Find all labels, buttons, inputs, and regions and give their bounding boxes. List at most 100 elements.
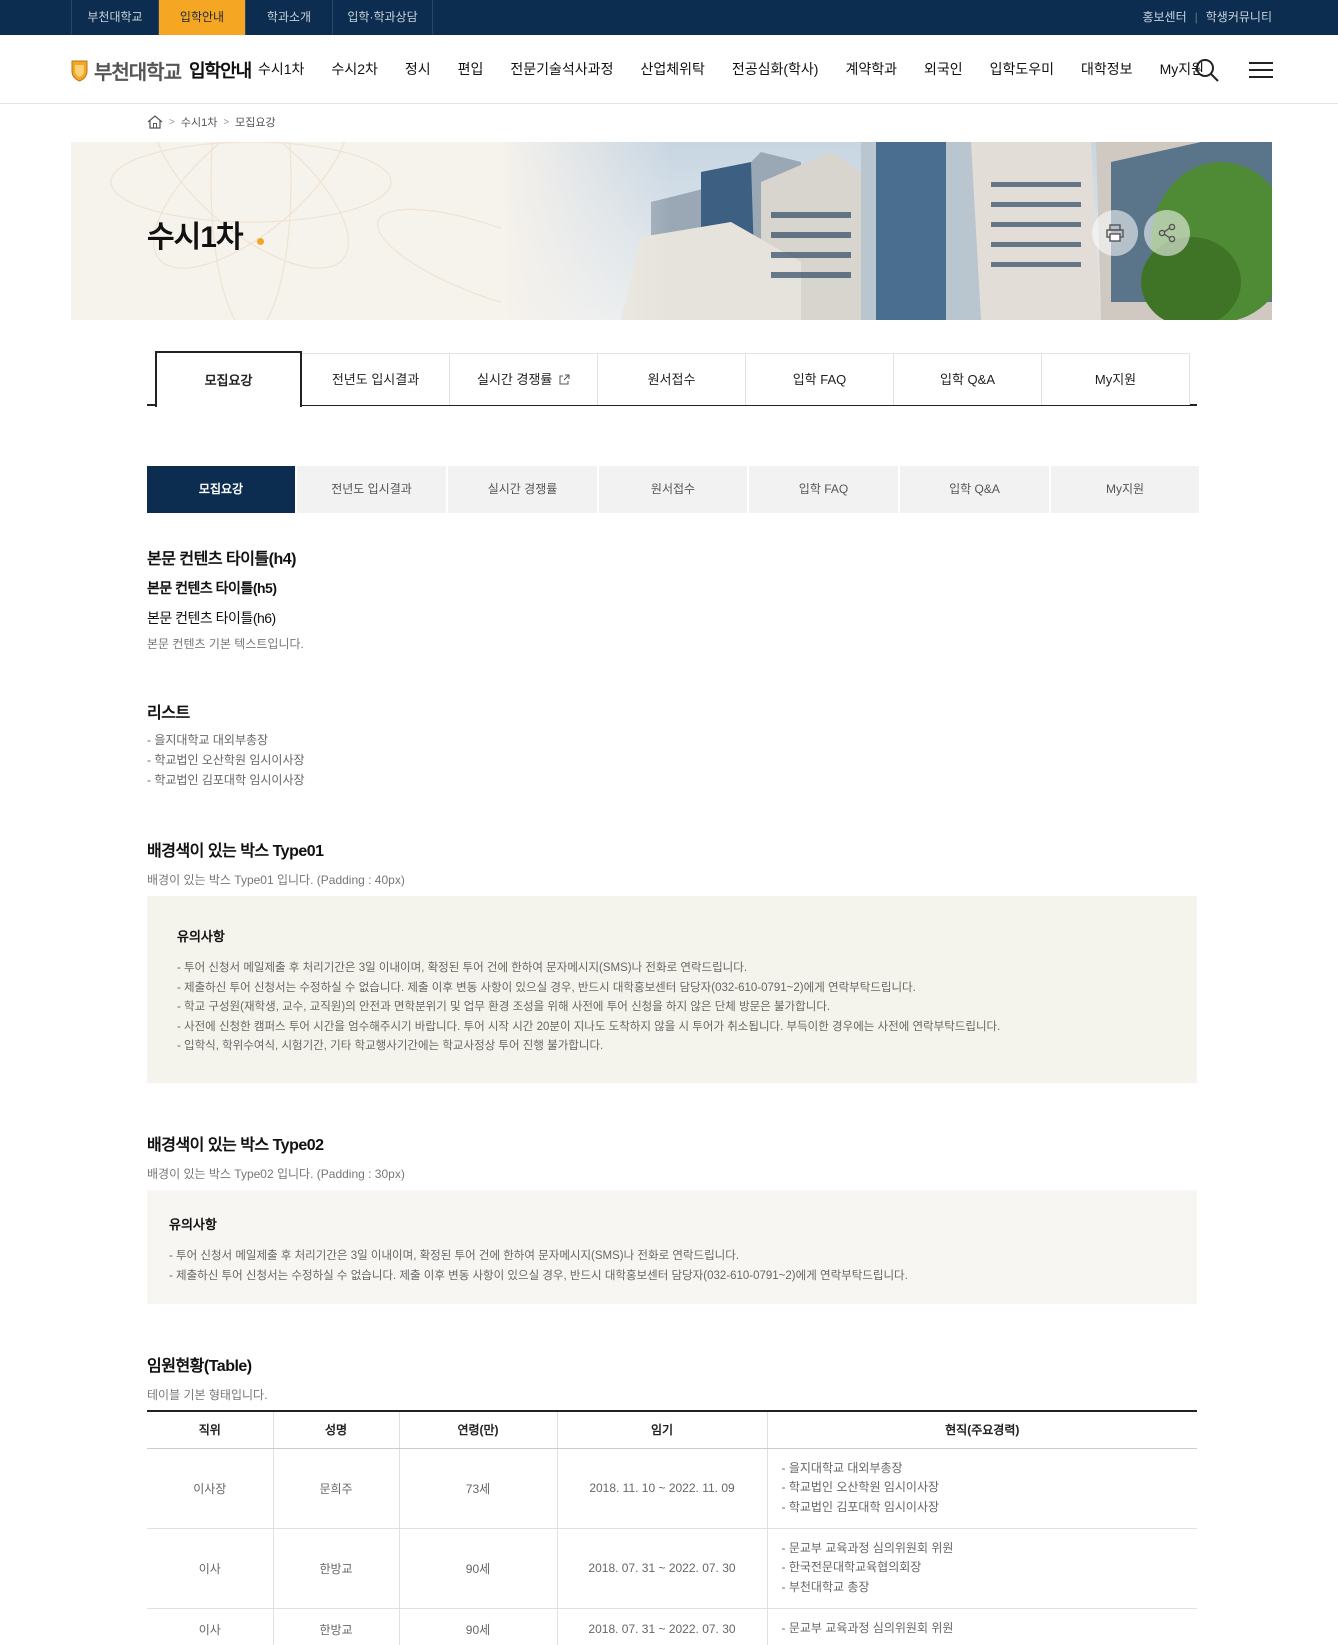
- search-icon[interactable]: [1194, 57, 1220, 83]
- topbar-link-buchon-univ[interactable]: 부천대학교: [71, 0, 158, 35]
- topbar-link-consulting[interactable]: 입학·학과상담: [332, 0, 433, 35]
- topbar-right-links: 홍보센터 | 학생커뮤니티: [1142, 0, 1272, 35]
- nav-item-foreigner[interactable]: 외국인: [924, 35, 963, 104]
- box-type01-line: - 사전에 신청한 캠퍼스 투어 시간을 엄수해주시기 바랍니다. 투어 시작 …: [177, 1020, 1001, 1033]
- table-cell-term: 2018. 07. 31 ~ 2022. 07. 30: [557, 1528, 768, 1609]
- table-cell-position: 이사: [147, 1528, 274, 1609]
- breadcrumb-item-current[interactable]: 모집요강: [235, 114, 275, 130]
- tab1-recruitment-guide[interactable]: 모집요강: [155, 351, 302, 407]
- info-box-type02: 유의사항 - 투어 신청서 메일제출 후 처리기간은 3일 이내이며, 확정된 …: [147, 1190, 1197, 1304]
- tab2-qna[interactable]: 입학 Q&A: [900, 466, 1049, 513]
- page-banner: 수시1차: [71, 142, 1272, 320]
- breadcrumb-arrow: >: [223, 116, 230, 128]
- table-cell-name: 한방교: [273, 1608, 400, 1645]
- nav-item-susi1[interactable]: 수시1차: [258, 35, 304, 104]
- breadcrumb-item-susi1[interactable]: 수시1차: [181, 114, 217, 130]
- table-row: 이사장 문희주 73세 2018. 11. 10 ~ 2022. 11. 09 …: [147, 1448, 1197, 1529]
- list-item: - 을지대학교 대외부총장: [147, 733, 269, 747]
- tab2-faq[interactable]: 입학 FAQ: [749, 466, 898, 513]
- table-row: 이사 한방교 90세 2018. 07. 31 ~ 2022. 07. 30 -…: [147, 1608, 1197, 1645]
- table-cell-career: - 을지대학교 대외부총장 - 학교법인 오산학원 임시이사장 - 학교법인 김…: [767, 1448, 1197, 1529]
- site-logo[interactable]: 부천대학교 입학안내: [71, 55, 252, 85]
- tab1-qna[interactable]: 입학 Q&A: [894, 353, 1042, 405]
- tab2-recruitment-guide[interactable]: 모집요강: [147, 466, 295, 513]
- table-cell-term: 2018. 11. 10 ~ 2022. 11. 09: [557, 1448, 768, 1529]
- nav-item-bachelor[interactable]: 전공심화(학사): [732, 35, 819, 104]
- external-link-icon: [559, 374, 570, 385]
- table-cell-position: 이사: [147, 1608, 274, 1645]
- menu-icon[interactable]: [1248, 57, 1274, 83]
- print-button[interactable]: [1092, 210, 1138, 256]
- career-line: - 부천대학교 총장: [781, 1579, 870, 1594]
- nav-item-masters[interactable]: 전문기술석사과정: [510, 35, 613, 104]
- title-accent-dot: [257, 238, 264, 245]
- tab1-previous-results[interactable]: 전년도 입시결과: [302, 353, 450, 405]
- content-title-h4: 본문 컨텐츠 타이틀(h4): [147, 551, 296, 568]
- share-icon: [1158, 223, 1176, 243]
- share-button[interactable]: [1144, 210, 1190, 256]
- tab-menu-type1: 모집요강 전년도 입시결과 실시간 경쟁률 원서접수 입학 FAQ 입학 Q&A…: [147, 351, 1197, 407]
- table-header-row: 직위 성명 연령(만) 임기 현직(주요경력): [147, 1410, 1197, 1449]
- list-item: - 학교법인 김포대학 임시이사장: [147, 773, 305, 787]
- table-cell-career: - 문교부 교육과정 심의위원회 위원: [767, 1608, 1197, 1645]
- table-cell-term: 2018. 07. 31 ~ 2022. 07. 30: [557, 1608, 768, 1645]
- print-icon: [1106, 224, 1124, 242]
- nav-item-transfer[interactable]: 편입: [458, 35, 484, 104]
- table-cell-age: 90세: [399, 1608, 558, 1645]
- tab2-my-apply[interactable]: My지원: [1051, 466, 1199, 513]
- family-site-links: 부천대학교 입학안내 학과소개 입학·학과상담: [71, 0, 433, 35]
- tab2-live-competition[interactable]: 실시간 경쟁률: [448, 466, 597, 513]
- list-section-title: 리스트: [147, 705, 190, 722]
- career-line: - 을지대학교 대외부총장: [781, 1460, 903, 1475]
- nav-item-helper[interactable]: 입학도우미: [990, 35, 1054, 104]
- box-type01-line: - 학교 구성원(재학생, 교수, 교직원)의 안전과 면학분위기 및 업무 환…: [177, 1001, 831, 1013]
- career-line: - 한국전문대학교육협의회장: [781, 1560, 922, 1575]
- tab1-faq[interactable]: 입학 FAQ: [746, 353, 894, 405]
- tab1-application[interactable]: 원서접수: [598, 353, 746, 405]
- nav-item-contract[interactable]: 계약학과: [845, 35, 897, 104]
- topbar-link-departments[interactable]: 학과소개: [245, 0, 332, 35]
- table-cell-career: - 문교부 교육과정 심의위원회 위원 - 한국전문대학교육협의회장 - 부천대…: [767, 1528, 1197, 1609]
- breadcrumb: > 수시1차 > 모집요강: [147, 112, 276, 132]
- content-title-h5: 본문 컨텐츠 타이틀(h5): [147, 580, 277, 596]
- box-type02-description: 배경이 있는 박스 Type02 입니다. (Padding : 30px): [147, 1167, 405, 1181]
- nav-item-industry[interactable]: 산업체위탁: [640, 35, 704, 104]
- table-header-term: 임기: [557, 1410, 768, 1449]
- nav-item-susi2[interactable]: 수시2차: [331, 35, 377, 104]
- career-line: - 문교부 교육과정 심의위원회 위원: [781, 1540, 954, 1555]
- box-type01-description: 배경이 있는 박스 Type01 입니다. (Padding : 40px): [147, 873, 405, 887]
- tab1-my-apply[interactable]: My지원: [1042, 353, 1190, 405]
- career-line: - 학교법인 오산학원 임시이사장: [781, 1480, 940, 1495]
- tab1-live-competition-label: 실시간 경쟁률: [477, 372, 553, 387]
- tab2-application[interactable]: 원서접수: [599, 466, 747, 513]
- career-line: - 문교부 교육과정 심의위원회 위원: [781, 1621, 954, 1636]
- nav-item-univ-info[interactable]: 대학정보: [1081, 35, 1133, 104]
- box-type02-section-title: 배경색이 있는 박스 Type02: [147, 1137, 324, 1154]
- home-icon[interactable]: [147, 115, 163, 129]
- content-title-h6: 본문 컨텐츠 타이틀(h6): [147, 610, 276, 626]
- table-cell-name: 한방교: [273, 1528, 400, 1609]
- main-navigation: 수시1차 수시2차 정시 편입 전문기술석사과정 산업체위탁 전공심화(학사) …: [258, 35, 1231, 104]
- career-line: - 학교법인 김포대학 임시이사장: [781, 1499, 940, 1514]
- table-cell-age: 73세: [399, 1448, 558, 1529]
- topbar-link-pr-center[interactable]: 홍보센터: [1142, 0, 1186, 35]
- nav-item-jeongsi[interactable]: 정시: [405, 35, 431, 104]
- page-title: 수시1차: [147, 221, 243, 254]
- site-header: 부천대학교 입학안내 수시1차 수시2차 정시 편입 전문기술석사과정 산업체위…: [0, 35, 1338, 104]
- box-type01-line: - 제출하신 투어 신청서는 수정하실 수 없습니다. 제출 이후 변동 사항이…: [177, 981, 916, 994]
- breadcrumb-arrow: >: [169, 116, 175, 128]
- topbar-link-admission[interactable]: 입학안내: [158, 0, 245, 35]
- box-type02-title: 유의사항: [169, 1217, 217, 1232]
- box-type01-section-title: 배경색이 있는 박스 Type01: [147, 843, 324, 860]
- top-utility-bar: 부천대학교 입학안내 학과소개 입학·학과상담 홍보센터 | 학생커뮤니티: [0, 0, 1338, 35]
- box-type02-line: - 제출하신 투어 신청서는 수정하실 수 없습니다. 제출 이후 변동 사항이…: [169, 1269, 908, 1282]
- table-description: 테이블 기본 형태입니다.: [147, 1388, 268, 1402]
- topbar-link-community[interactable]: 학생커뮤니티: [1206, 0, 1272, 35]
- table-header-name: 성명: [273, 1410, 400, 1449]
- tab2-previous-results[interactable]: 전년도 입시결과: [297, 466, 446, 513]
- shield-logo-icon: [71, 60, 88, 82]
- tab1-live-competition[interactable]: 실시간 경쟁률: [450, 353, 598, 405]
- table-header-position: 직위: [147, 1410, 274, 1449]
- table-section-title: 임원현황(Table): [147, 1358, 252, 1375]
- box-type01-line: - 투어 신청서 메일제출 후 처리기간은 3일 이내이며, 확정된 투어 건에…: [177, 962, 748, 974]
